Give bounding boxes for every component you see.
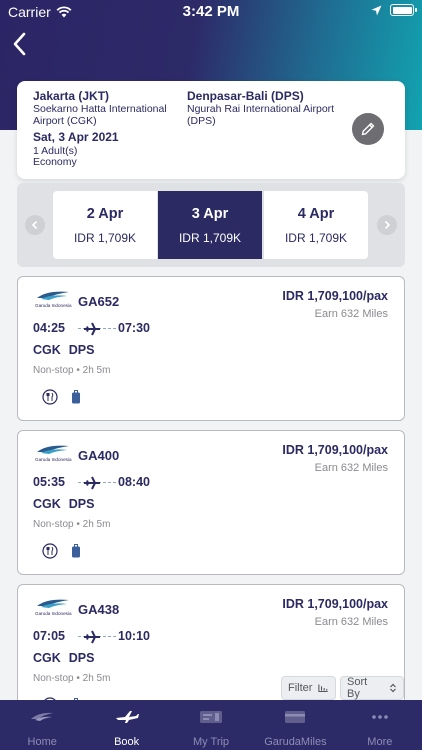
departure-time: 04:25 bbox=[33, 321, 65, 335]
date-option-price: IDR 1,709K bbox=[284, 231, 348, 245]
fare-price: IDR 1,709,100/pax bbox=[282, 443, 388, 457]
filter-icon bbox=[318, 684, 329, 693]
miles-earned: Earn 632 Miles bbox=[314, 616, 388, 628]
flight-card[interactable]: Garuda Indonesia GA652 IDR 1,709,100/pax… bbox=[17, 276, 405, 421]
destination-code: DPS bbox=[68, 343, 95, 357]
garuda-airline-logo: Garuda Indonesia bbox=[35, 291, 72, 308]
bottom-tab-bar: Home Book My Trip GarudaMiles More bbox=[0, 700, 422, 750]
origin-code: CGK bbox=[33, 651, 61, 665]
route-codes: CGK DPS bbox=[33, 343, 102, 357]
chevron-left-icon bbox=[13, 32, 26, 56]
destination-code: DPS bbox=[68, 497, 95, 511]
fare-price: IDR 1,709,100/pax bbox=[282, 597, 388, 611]
status-bar: Carrier 3:42 PM bbox=[0, 0, 422, 24]
cabin-class: Economy bbox=[33, 156, 77, 168]
origin-code: CGK bbox=[33, 497, 61, 511]
tab-my-trip[interactable]: My Trip bbox=[169, 700, 253, 750]
sort-updown-icon bbox=[390, 683, 396, 693]
garuda-bird-icon bbox=[31, 712, 54, 721]
miles-earned: Earn 632 Miles bbox=[314, 308, 388, 320]
date-option-day: 3 Apr bbox=[191, 206, 229, 222]
origin-airport: Soekarno Hatta International Airport (CG… bbox=[33, 103, 167, 127]
arrival-time: 07:30 bbox=[118, 321, 150, 335]
route-codes: CGK DPS bbox=[33, 651, 102, 665]
origin-info: Jakarta (JKT) Soekarno Hatta Internation… bbox=[33, 90, 183, 127]
trip-ticket-icon bbox=[200, 711, 223, 723]
garuda-airline-logo: Garuda Indonesia bbox=[35, 445, 72, 462]
chevron-left-icon bbox=[31, 220, 38, 230]
departure-time: 07:05 bbox=[33, 629, 65, 643]
tab-label: Home bbox=[27, 736, 57, 748]
pencil-icon bbox=[361, 122, 375, 136]
tab-home[interactable]: Home bbox=[0, 700, 84, 750]
filter-button[interactable]: Filter bbox=[281, 676, 336, 700]
tab-label: My Trip bbox=[192, 736, 230, 748]
miles-card-icon bbox=[285, 711, 306, 723]
svg-text:Garuda Indonesia: Garuda Indonesia bbox=[35, 611, 72, 616]
filter-label: Filter bbox=[288, 682, 313, 694]
sort-by-button[interactable]: Sort By bbox=[340, 676, 404, 700]
svg-text:Garuda Indonesia: Garuda Indonesia bbox=[35, 457, 72, 462]
route-summary-card: Jakarta (JKT) Soekarno Hatta Internation… bbox=[17, 81, 405, 179]
destination-city: Denpasar-Bali (DPS) bbox=[187, 89, 304, 103]
date-option[interactable]: 4 Apr IDR 1,709K bbox=[264, 191, 368, 259]
garuda-airline-logo: Garuda Indonesia bbox=[35, 599, 72, 616]
arrival-time: 08:40 bbox=[118, 475, 150, 489]
next-dates-button[interactable] bbox=[377, 215, 397, 235]
date-option-price: IDR 1,709K bbox=[73, 231, 137, 245]
date-option-day: 4 Apr bbox=[297, 206, 335, 222]
tab-label: Book bbox=[114, 736, 140, 748]
fare-price: IDR 1,709,100/pax bbox=[282, 289, 388, 303]
tab-label: More bbox=[367, 736, 393, 748]
origin-city: Jakarta (JKT) bbox=[33, 89, 110, 103]
destination-airport: Ngurah Rai International Airport (DPS) bbox=[187, 103, 335, 127]
date-option-price: IDR 1,709K bbox=[178, 231, 242, 245]
stops-duration: Non-stop • 2h 5m bbox=[33, 365, 111, 376]
trip-meta: Sat, 3 Apr 2021 1 Adult(s) Economy bbox=[33, 130, 119, 169]
more-dots-icon bbox=[372, 715, 388, 719]
baggage-icon bbox=[68, 388, 84, 406]
chevron-right-icon bbox=[384, 220, 391, 230]
travel-date: Sat, 3 Apr 2021 bbox=[33, 130, 119, 144]
miles-earned: Earn 632 Miles bbox=[314, 462, 388, 474]
edit-search-button[interactable] bbox=[352, 113, 384, 145]
location-arrow-icon bbox=[371, 5, 382, 15]
airplane-icon bbox=[115, 711, 139, 723]
departure-time: 05:35 bbox=[33, 475, 65, 489]
back-button[interactable] bbox=[9, 30, 33, 58]
stops-duration: Non-stop • 2h 5m bbox=[33, 519, 111, 530]
status-time: 3:42 PM bbox=[182, 3, 240, 20]
airplane-icon bbox=[84, 322, 100, 336]
arrival-time: 10:10 bbox=[118, 629, 150, 643]
stops-duration: Non-stop • 2h 5m bbox=[33, 673, 111, 684]
tab-more[interactable]: More bbox=[338, 700, 422, 750]
flight-card[interactable]: Garuda Indonesia GA400 IDR 1,709,100/pax… bbox=[17, 430, 405, 575]
airplane-icon bbox=[84, 476, 100, 490]
previous-dates-button[interactable] bbox=[25, 215, 45, 235]
destination-info: Denpasar-Bali (DPS) Ngurah Rai Internati… bbox=[187, 90, 337, 127]
destination-code: DPS bbox=[68, 651, 95, 665]
date-option-day: 2 Apr bbox=[86, 206, 124, 222]
meal-icon bbox=[42, 542, 58, 560]
date-option-selected[interactable]: 3 Apr IDR 1,709K bbox=[158, 191, 262, 259]
flight-number: GA400 bbox=[78, 448, 120, 463]
tab-garudamiles[interactable]: GarudaMiles bbox=[253, 700, 337, 750]
date-option[interactable]: 2 Apr IDR 1,709K bbox=[53, 191, 157, 259]
tab-book[interactable]: Book bbox=[84, 700, 168, 750]
flight-number: GA438 bbox=[78, 602, 120, 617]
flight-number: GA652 bbox=[78, 294, 120, 309]
battery-icon bbox=[390, 4, 417, 16]
tab-label: GarudaMiles bbox=[264, 736, 327, 748]
date-selector: 2 Apr IDR 1,709K 3 Apr IDR 1,709K 4 Apr … bbox=[17, 183, 405, 267]
airplane-icon bbox=[84, 630, 100, 644]
baggage-icon bbox=[68, 542, 84, 560]
sort-label: Sort By bbox=[347, 676, 368, 700]
origin-code: CGK bbox=[33, 343, 61, 357]
svg-text:Garuda Indonesia: Garuda Indonesia bbox=[35, 303, 72, 308]
meal-icon bbox=[42, 388, 58, 406]
route-codes: CGK DPS bbox=[33, 497, 102, 511]
